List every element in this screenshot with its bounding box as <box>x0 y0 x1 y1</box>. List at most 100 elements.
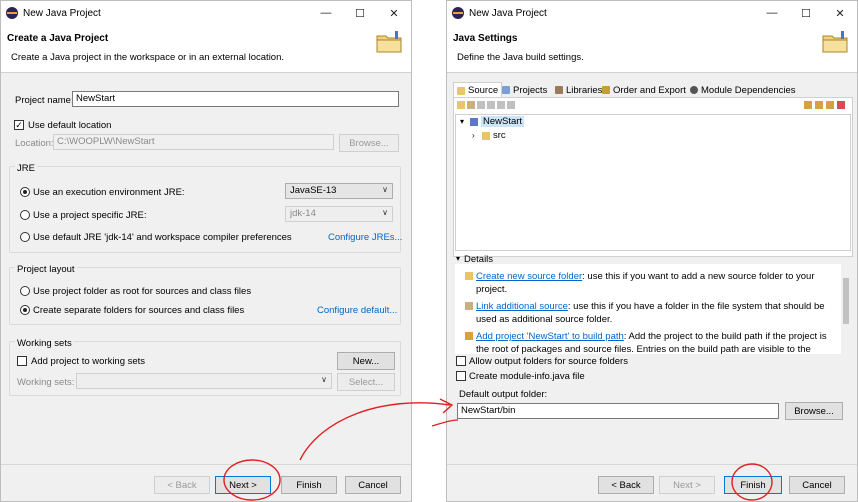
close-icon[interactable]: ✕ <box>377 1 411 25</box>
tab-projects[interactable]: Projects <box>499 83 550 97</box>
link-source-icon[interactable] <box>467 101 475 109</box>
use-default-location-checkbox[interactable]: ✓ <box>14 120 24 130</box>
cancel-button[interactable]: Cancel <box>789 476 845 494</box>
tree-item-newstart[interactable]: NewStart <box>481 116 525 127</box>
browse-button[interactable]: Browse... <box>339 134 399 152</box>
layout-separate-radio[interactable] <box>20 305 30 315</box>
create-source-folder-link[interactable]: Create new source folder <box>476 271 582 282</box>
collapse-icon[interactable] <box>497 101 505 109</box>
window-title: New Java Project <box>23 7 101 19</box>
jre-default-label: Use default JRE 'jdk-14' and workspace c… <box>33 232 292 243</box>
layout-root-label: Use project folder as root for sources a… <box>33 286 252 297</box>
working-sets-select[interactable]: ∨ <box>76 373 332 389</box>
link-additional-source-link[interactable]: Link additional source <box>476 301 568 312</box>
button-bar-divider <box>1 464 411 465</box>
new-java-project-window-page2: New Java Project — ☐ ✕ Java Settings Def… <box>446 0 858 502</box>
remove-icon[interactable] <box>837 101 845 109</box>
add-project-to-build-path-link[interactable]: Add project 'NewStart' to build path <box>476 331 624 342</box>
location-input[interactable]: C:\WOOPLW\NewStart <box>53 134 334 150</box>
libraries-icon <box>555 86 563 94</box>
add-to-working-sets-checkbox[interactable] <box>17 356 27 366</box>
select-working-sets-button[interactable]: Select... <box>337 373 395 391</box>
folder-wizard-icon <box>375 30 405 54</box>
new-source-folder-icon[interactable] <box>457 101 465 109</box>
next-button[interactable]: Next > <box>215 476 271 494</box>
working-sets-field-label: Working sets: <box>17 377 75 388</box>
filter-icon[interactable] <box>477 101 485 109</box>
source-toolbar-left <box>457 101 515 111</box>
view-menu-icon[interactable] <box>507 101 515 109</box>
location-label: Location: <box>15 138 54 149</box>
allow-output-folders-checkbox[interactable] <box>456 356 466 366</box>
banner-title: Java Settings <box>453 33 518 44</box>
minimize-icon[interactable]: — <box>309 1 343 25</box>
back-button[interactable]: < Back <box>598 476 654 494</box>
browse-output-button[interactable]: Browse... <box>785 402 843 420</box>
chevron-down-icon: ∨ <box>321 375 327 384</box>
add-project-icon[interactable] <box>826 101 834 109</box>
chevron-down-icon: ∨ <box>382 208 388 217</box>
window-title: New Java Project <box>469 7 547 19</box>
details-toggle-icon[interactable]: ▾ <box>456 254 460 263</box>
project-specific-jre-select[interactable]: jdk-14 ∨ <box>285 206 393 222</box>
module-dependencies-icon <box>690 86 698 94</box>
tab-libraries[interactable]: Libraries <box>552 83 605 97</box>
tab-source[interactable]: Source <box>453 82 503 98</box>
project-layout-label: Project layout <box>15 264 77 275</box>
close-icon[interactable]: ✕ <box>823 1 857 25</box>
finish-button[interactable]: Finish <box>724 476 782 494</box>
tab-order-and-export-label: Order and Export <box>613 84 686 96</box>
expand-icon[interactable] <box>487 101 495 109</box>
project-name-input[interactable]: NewStart <box>72 91 399 107</box>
execution-env-select[interactable]: JavaSE-13 ∨ <box>285 183 393 199</box>
minimize-icon[interactable]: — <box>755 1 789 25</box>
button-bar-divider <box>447 464 857 465</box>
jre-project-specific-radio[interactable] <box>20 210 30 220</box>
jre-execution-env-radio[interactable] <box>20 187 30 197</box>
tab-source-label: Source <box>468 85 499 96</box>
tree-item-src[interactable]: src <box>493 130 506 141</box>
detail-2-text: : use this if you have a folder in the f… <box>567 301 825 312</box>
maximize-icon[interactable]: ☐ <box>343 1 377 25</box>
order-export-icon <box>602 86 610 94</box>
detail-2-text-cont: used as additional source folder. <box>476 314 613 325</box>
add-folder-icon[interactable] <box>804 101 812 109</box>
banner-title: Create a Java Project <box>7 33 109 44</box>
layout-root-radio[interactable] <box>20 286 30 296</box>
scrollbar-thumb[interactable] <box>843 278 849 324</box>
detail-line-1: Create new source folder: use this if yo… <box>476 271 815 282</box>
expand-arrow-icon[interactable]: › <box>472 131 475 140</box>
banner-description: Create a Java project in the workspace o… <box>11 52 285 63</box>
details-panel: Create new source folder: use this if yo… <box>455 264 851 354</box>
configure-default-link[interactable]: Configure default... <box>317 305 397 316</box>
add-project-icon <box>465 332 473 340</box>
jre-execution-env-label: Use an execution environment JRE: <box>33 187 185 198</box>
project-name-label: Project name: <box>15 95 74 106</box>
configure-jres-link[interactable]: Configure JREs... <box>328 232 402 243</box>
cancel-button[interactable]: Cancel <box>345 476 401 494</box>
chevron-down-icon: ∨ <box>382 185 388 194</box>
tab-module-dependencies[interactable]: Module Dependencies <box>687 83 799 97</box>
banner-description: Define the Java build settings. <box>457 52 584 63</box>
use-default-location-label: Use default location <box>28 120 112 131</box>
detail-1-text: : use this if you want to add a new sour… <box>582 271 815 282</box>
new-java-project-window-page1: New Java Project — ☐ ✕ Create a Java Pro… <box>0 0 412 502</box>
next-button[interactable]: Next > <box>659 476 715 494</box>
back-button[interactable]: < Back <box>154 476 210 494</box>
new-folder-icon <box>465 272 473 280</box>
allow-output-folders-label: Allow output folders for source folders <box>469 356 628 367</box>
tab-order-and-export[interactable]: Order and Export <box>599 83 689 97</box>
detail-1-text-cont: project. <box>476 284 508 295</box>
collapse-arrow-icon[interactable]: ▾ <box>460 117 464 126</box>
build-settings-tabs: Source Projects Libraries Order and Expo… <box>453 82 851 98</box>
link-folder-icon[interactable] <box>815 101 823 109</box>
maximize-icon[interactable]: ☐ <box>789 1 823 25</box>
finish-button[interactable]: Finish <box>281 476 337 494</box>
jre-default-radio[interactable] <box>20 232 30 242</box>
details-scrollbar[interactable] <box>841 264 851 354</box>
java-project-icon <box>470 118 478 126</box>
default-output-folder-input[interactable]: NewStart/bin <box>457 403 779 419</box>
tab-projects-label: Projects <box>513 84 548 96</box>
create-module-info-checkbox[interactable] <box>456 371 466 381</box>
new-working-set-button[interactable]: New... <box>337 352 395 370</box>
